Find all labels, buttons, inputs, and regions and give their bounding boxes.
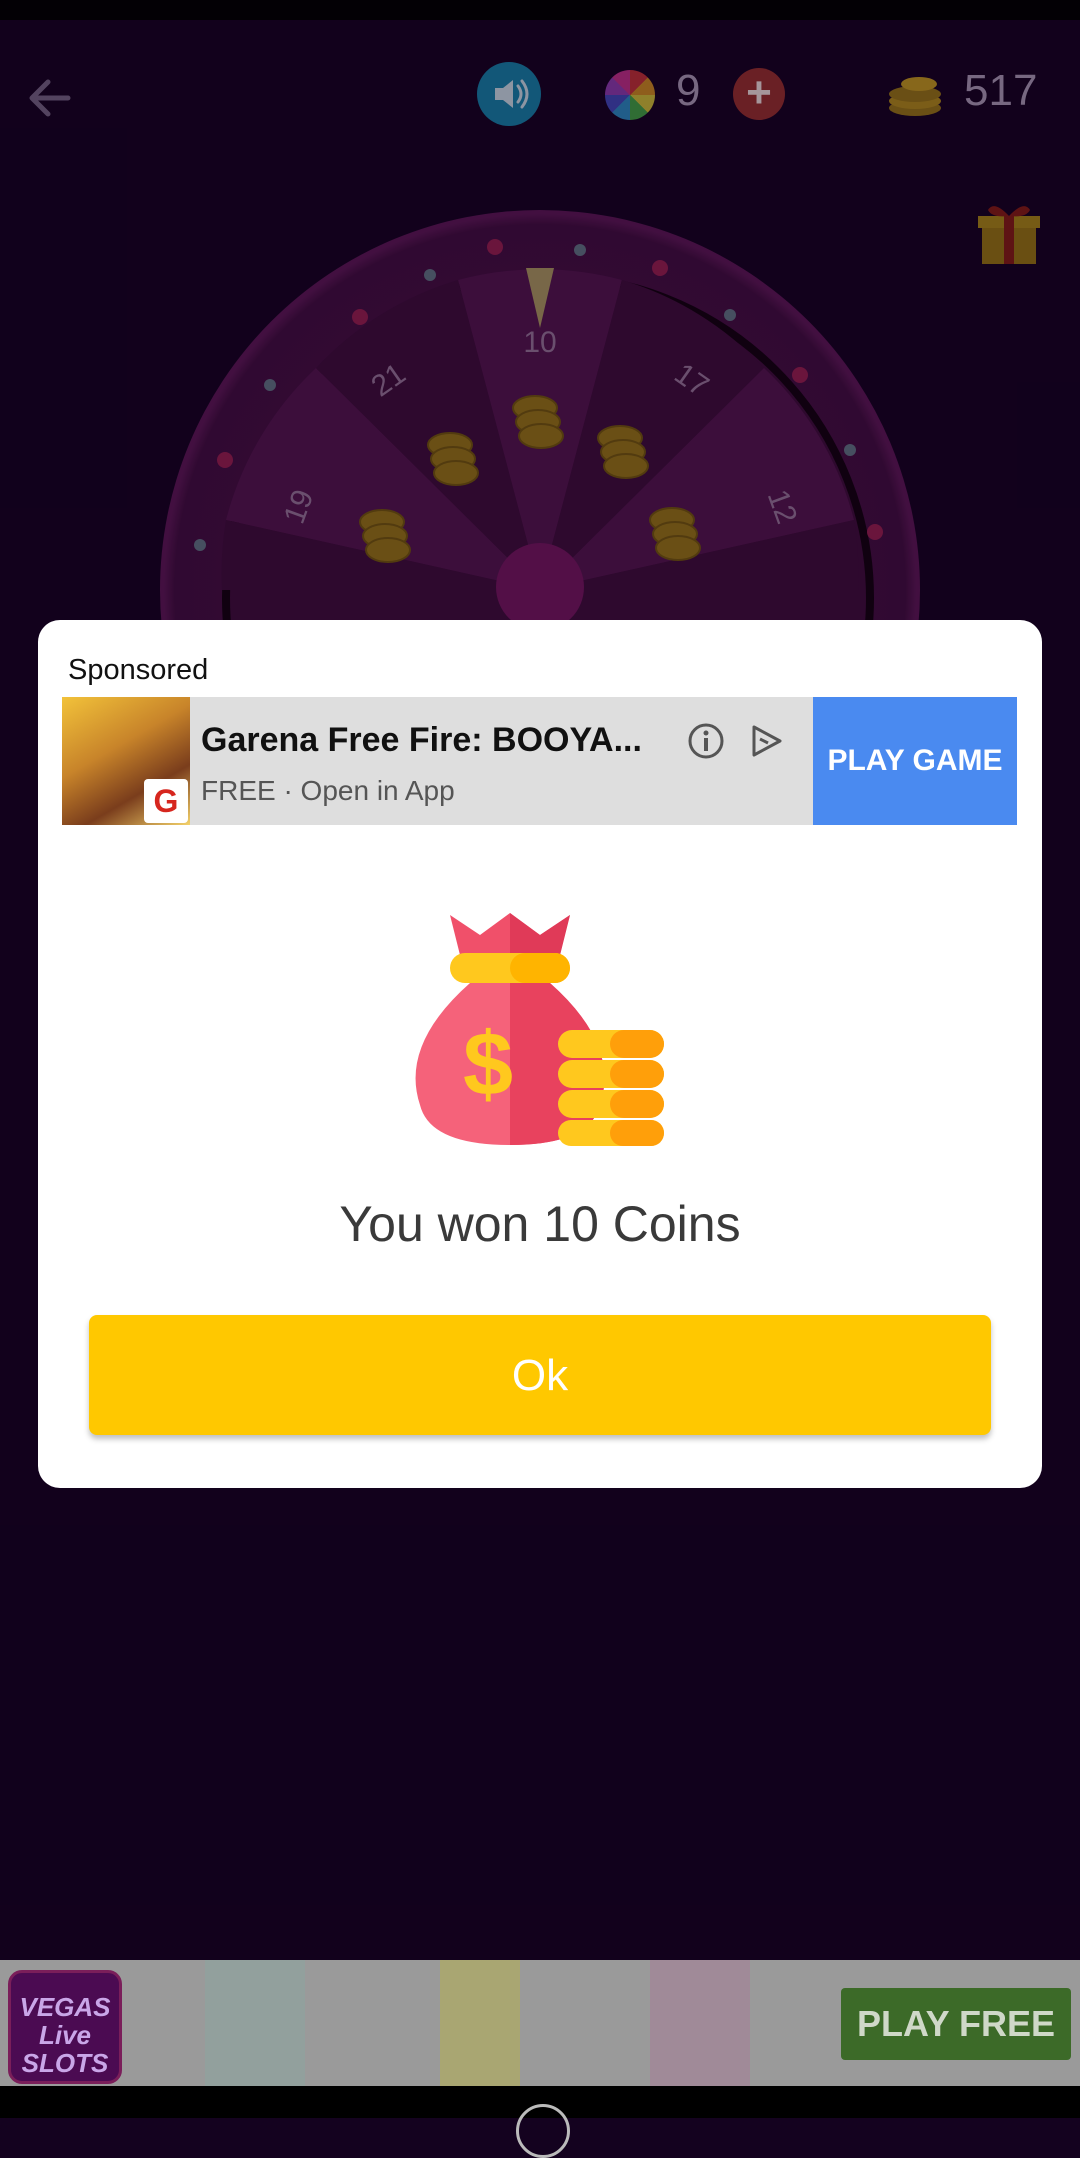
sponsored-ad[interactable]: G Garena Free Fire: BOOYA... FREE · Open… [62,697,1017,825]
ad-thumbnail[interactable]: G [62,697,190,825]
play-free-button[interactable]: PLAY FREE [841,1988,1071,2060]
adchoices-icon[interactable] [746,721,786,761]
banner-image-blur [650,1960,750,2086]
money-bag-icon: $ [415,913,664,1146]
bottom-ad-banner[interactable]: VEGAS Live SLOTS PLAY FREE [0,1960,1080,2086]
banner-logo-text: VEGAS Live SLOTS [19,1992,111,2078]
play-game-button[interactable]: PLAY GAME [813,697,1017,825]
banner-image-blur [440,1960,520,2086]
ad-subtitle: FREE · Open in App [201,775,455,806]
vegas-live-slots-logo[interactable]: VEGAS Live SLOTS [8,1970,122,2084]
info-icon[interactable] [686,721,726,761]
banner-image-blur [205,1960,305,2086]
sponsored-label: Sponsored [68,654,209,686]
garena-logo: G [144,779,188,823]
reward-message: You won 10 Coins [339,1196,741,1252]
ad-title[interactable]: Garena Free Fire: BOOYA... [201,721,642,760]
ok-button[interactable]: Ok [89,1315,991,1435]
reward-dialog: Sponsored G Garena Free Fire: BOOYA... F… [38,620,1042,1488]
svg-text:$: $ [463,1015,513,1115]
home-button[interactable] [516,2104,570,2158]
